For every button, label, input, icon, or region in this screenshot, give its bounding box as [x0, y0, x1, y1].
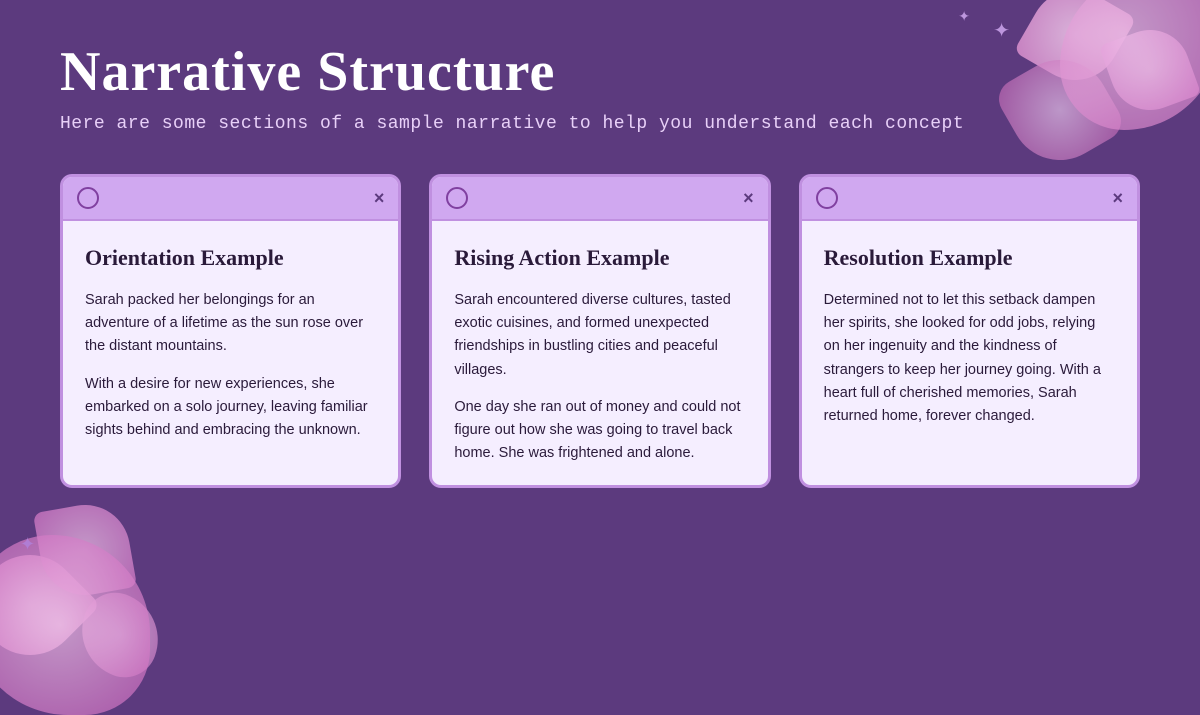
card-titlebar-rising-action: × — [432, 177, 767, 221]
card-body-rising-action: Rising Action Example Sarah encountered … — [432, 221, 767, 485]
card-title-resolution: Resolution Example — [824, 245, 1115, 271]
titlebar-circle-icon — [816, 187, 838, 209]
titlebar-circle-icon — [446, 187, 468, 209]
titlebar-circle-icon — [77, 187, 99, 209]
card-body-resolution: Resolution Example Determined not to let… — [802, 221, 1137, 485]
flower-main — [0, 535, 150, 715]
page-header: Narrative Structure Here are some sectio… — [0, 0, 1200, 154]
page-title: Narrative Structure — [60, 40, 1140, 104]
card-text-resolution-1: Determined not to let this setback dampe… — [824, 289, 1115, 428]
close-icon[interactable]: × — [743, 189, 754, 207]
flower-petal — [69, 584, 172, 687]
cards-container: × Orientation Example Sarah packed her b… — [0, 154, 1200, 488]
card-titlebar-resolution: × — [802, 177, 1137, 221]
flower-petal — [33, 498, 137, 602]
card-resolution: × Resolution Example Determined not to l… — [799, 174, 1140, 488]
card-title-rising-action: Rising Action Example — [454, 245, 745, 271]
card-rising-action: × Rising Action Example Sarah encountere… — [429, 174, 770, 488]
flower-petal — [0, 534, 101, 675]
close-icon[interactable]: × — [1112, 189, 1123, 207]
card-orientation: × Orientation Example Sarah packed her b… — [60, 174, 401, 488]
card-titlebar-orientation: × — [63, 177, 398, 221]
close-icon[interactable]: × — [374, 189, 385, 207]
card-text-rising-action-1: Sarah encountered diverse cultures, tast… — [454, 289, 745, 382]
page-subtitle: Here are some sections of a sample narra… — [60, 114, 1140, 134]
card-body-orientation: Orientation Example Sarah packed her bel… — [63, 221, 398, 485]
card-text-orientation-2: With a desire for new experiences, she e… — [85, 373, 376, 443]
card-text-rising-action-2: One day she ran out of money and could n… — [454, 396, 745, 466]
card-text-orientation-1: Sarah packed her belongings for an adven… — [85, 289, 376, 359]
sparkle-icon: ✦ — [20, 534, 35, 555]
card-title-orientation: Orientation Example — [85, 245, 376, 271]
